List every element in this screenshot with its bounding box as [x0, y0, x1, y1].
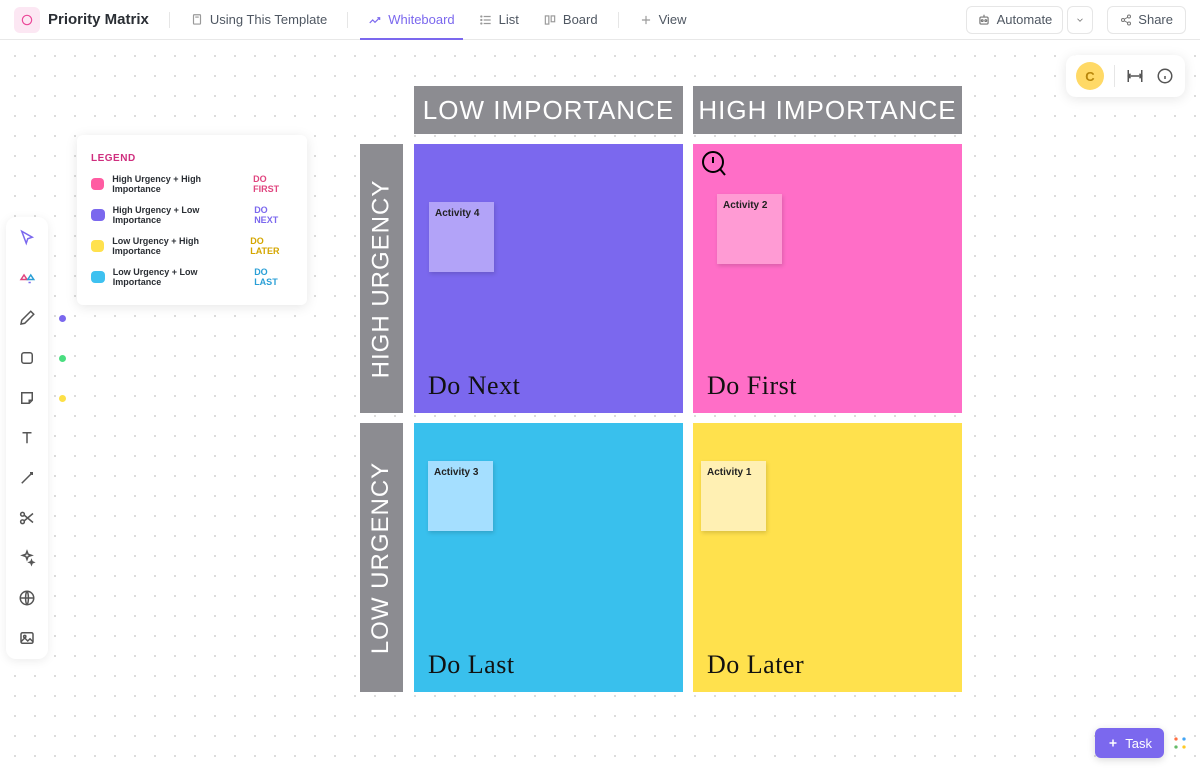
- apps-button[interactable]: [1168, 728, 1192, 758]
- separator: [618, 12, 619, 28]
- info-icon[interactable]: [1155, 66, 1175, 86]
- topbar: Priority Matrix Using This Template Whit…: [0, 0, 1200, 40]
- avatar[interactable]: C: [1076, 62, 1104, 90]
- ai-tool[interactable]: [14, 547, 40, 569]
- sticky-activity-2[interactable]: Activity 2: [717, 194, 782, 264]
- legend-tag: DO NEXT: [254, 205, 293, 225]
- col-header-high: HIGH IMPORTANCE: [693, 86, 962, 134]
- sticky-activity-4[interactable]: Activity 4: [429, 202, 494, 272]
- fit-width-icon[interactable]: [1125, 66, 1145, 86]
- pen-tool[interactable]: [14, 307, 40, 329]
- legend-swatch: [91, 271, 105, 283]
- legend-swatch: [91, 178, 104, 190]
- automate-dropdown[interactable]: [1067, 6, 1093, 34]
- add-view-label: View: [659, 12, 687, 27]
- shape-tool[interactable]: [14, 347, 40, 369]
- image-tool[interactable]: [14, 627, 40, 649]
- legend-row: Low Urgency + High Importance DO LATER: [91, 236, 293, 256]
- pointer-tool[interactable]: [14, 227, 40, 249]
- legend-label: High Urgency + High Importance: [112, 174, 245, 194]
- quad-title-do-first: Do First: [707, 371, 797, 401]
- row-header-high: HIGH URGENCY: [360, 144, 403, 413]
- legend-label: Low Urgency + High Importance: [112, 236, 242, 256]
- legend-tag: DO LATER: [250, 236, 293, 256]
- quad-title-do-next: Do Next: [428, 371, 520, 401]
- task-button-label: Task: [1125, 736, 1152, 751]
- add-view[interactable]: View: [631, 0, 695, 40]
- separator: [169, 12, 170, 28]
- alert-icon: [701, 150, 727, 183]
- quad-title-do-last: Do Last: [428, 650, 515, 680]
- quadrant-do-later[interactable]: Activity 1 Do Later: [693, 423, 962, 692]
- row-header-low: LOW URGENCY: [360, 423, 403, 692]
- title-badge: [14, 7, 40, 33]
- quadrant-do-last[interactable]: Activity 3 Do Last: [414, 423, 683, 692]
- legend-label: High Urgency + Low Importance: [113, 205, 247, 225]
- quadrant-do-first[interactable]: Activity 2 Do First: [693, 144, 962, 413]
- tab-board[interactable]: Board: [535, 0, 606, 40]
- legend-swatch: [91, 240, 104, 252]
- sticky-tool[interactable]: [14, 387, 40, 409]
- scissors-tool[interactable]: [14, 507, 40, 529]
- tab-whiteboard[interactable]: Whiteboard: [360, 0, 462, 40]
- legend-row: High Urgency + Low Importance DO NEXT: [91, 205, 293, 225]
- tab-list-label: List: [499, 12, 519, 27]
- quad-title-do-later: Do Later: [707, 650, 804, 680]
- tab-board-label: Board: [563, 12, 598, 27]
- tab-template[interactable]: Using This Template: [182, 0, 335, 40]
- legend-swatch: [91, 209, 105, 221]
- col-header-low: LOW IMPORTANCE: [414, 86, 683, 134]
- sticky-activity-1[interactable]: Activity 1: [701, 461, 766, 531]
- share-button[interactable]: Share: [1107, 6, 1186, 34]
- tab-list[interactable]: List: [471, 0, 527, 40]
- legend-tag: DO LAST: [254, 267, 293, 287]
- task-button[interactable]: Task: [1095, 728, 1164, 758]
- automate-button[interactable]: Automate: [966, 6, 1064, 34]
- web-tool[interactable]: [14, 587, 40, 609]
- automate-label: Automate: [997, 12, 1053, 27]
- tab-template-label: Using This Template: [210, 12, 327, 27]
- legend-label: Low Urgency + Low Importance: [113, 267, 246, 287]
- connector-tool[interactable]: [14, 467, 40, 489]
- legend-title: LEGEND: [91, 153, 293, 164]
- separator: [1114, 65, 1115, 87]
- legend-tag: DO FIRST: [253, 174, 293, 194]
- page-title: Priority Matrix: [48, 11, 149, 28]
- collaborator-panel: C: [1066, 55, 1185, 97]
- legend-row: Low Urgency + Low Importance DO LAST: [91, 267, 293, 287]
- tool-sidebar: [6, 217, 48, 659]
- legend-row: High Urgency + High Importance DO FIRST: [91, 174, 293, 194]
- text-tool[interactable]: [14, 427, 40, 449]
- diagram-tool[interactable]: [14, 267, 40, 289]
- sticky-activity-3[interactable]: Activity 3: [428, 461, 493, 531]
- tab-whiteboard-label: Whiteboard: [388, 12, 454, 27]
- legend-card[interactable]: LEGEND High Urgency + High Importance DO…: [77, 135, 307, 305]
- share-label: Share: [1138, 12, 1173, 27]
- separator: [347, 12, 348, 28]
- quadrant-do-next[interactable]: Activity 4 Do Next: [414, 144, 683, 413]
- whiteboard-canvas[interactable]: C LEGEND High Urgency + High Importance …: [0, 41, 1200, 772]
